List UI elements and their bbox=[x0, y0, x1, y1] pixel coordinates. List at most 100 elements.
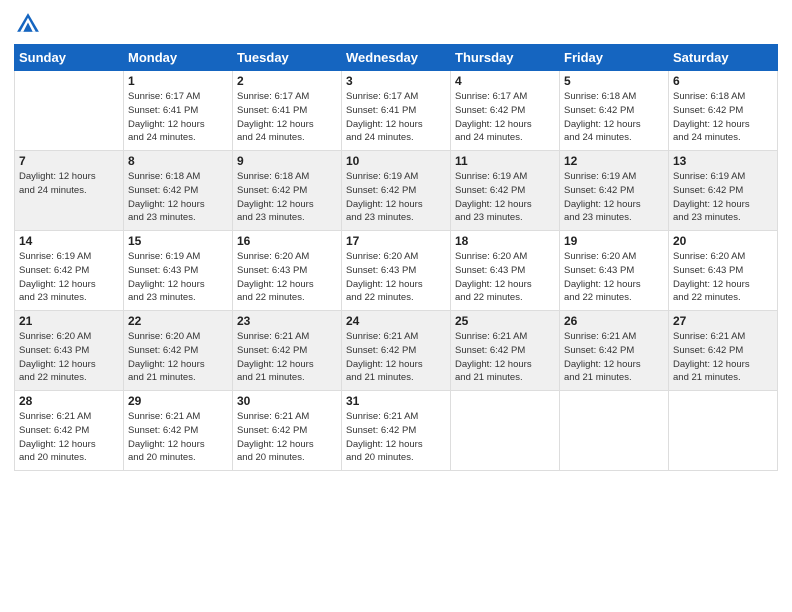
day-info: Sunrise: 6:19 AMSunset: 6:42 PMDaylight:… bbox=[346, 170, 446, 225]
calendar-cell bbox=[669, 391, 778, 471]
calendar-cell: 5 Sunrise: 6:18 AMSunset: 6:42 PMDaylight… bbox=[560, 71, 669, 151]
calendar-cell bbox=[451, 391, 560, 471]
header-cell-monday: Monday bbox=[124, 45, 233, 71]
week-row-5: 28Sunrise: 6:21 AMSunset: 6:42 PMDayligh… bbox=[15, 391, 778, 471]
day-info: Sunrise: 6:20 AMSunset: 6:43 PMDaylight:… bbox=[346, 250, 446, 305]
calendar-cell: 10 Sunrise: 6:19 AMSunset: 6:42 PMDayligh… bbox=[342, 151, 451, 231]
day-info: Sunrise: 6:21 AMSunset: 6:42 PMDaylight:… bbox=[237, 330, 337, 385]
day-info: Sunrise: 6:21 AMSunset: 6:42 PMDaylight:… bbox=[346, 330, 446, 385]
day-info: Sunrise: 6:19 AMSunset: 6:42 PMDaylight:… bbox=[19, 250, 119, 305]
day-number: 1 bbox=[128, 74, 228, 88]
day-number: 19 bbox=[564, 234, 664, 248]
calendar-cell: 18 Sunrise: 6:20 AMSunset: 6:43 PMDayligh… bbox=[451, 231, 560, 311]
day-number: 26 bbox=[564, 314, 664, 328]
day-info: Sunrise: 6:20 AMSunset: 6:43 PMDaylight:… bbox=[564, 250, 664, 305]
calendar-cell: 12Sunrise: 6:19 AMSunset: 6:42 PMDayligh… bbox=[560, 151, 669, 231]
header-cell-thursday: Thursday bbox=[451, 45, 560, 71]
calendar-cell: 26 Sunrise: 6:21 AMSunset: 6:42 PMDayligh… bbox=[560, 311, 669, 391]
day-number: 2 bbox=[237, 74, 337, 88]
day-number: 11 bbox=[455, 154, 555, 168]
calendar-cell: 6 Sunrise: 6:18 AMSunset: 6:42 PMDaylight… bbox=[669, 71, 778, 151]
day-number: 4 bbox=[455, 74, 555, 88]
header-cell-friday: Friday bbox=[560, 45, 669, 71]
week-row-3: 14 Sunrise: 6:19 AMSunset: 6:42 PMDayligh… bbox=[15, 231, 778, 311]
day-info: Sunrise: 6:18 AMSunset: 6:42 PMDaylight:… bbox=[237, 170, 337, 225]
day-number: 18 bbox=[455, 234, 555, 248]
day-info: Sunrise: 6:18 AMSunset: 6:42 PMDaylight:… bbox=[564, 90, 664, 145]
day-number: 17 bbox=[346, 234, 446, 248]
calendar-cell: 9 Sunrise: 6:18 AMSunset: 6:42 PMDaylight… bbox=[233, 151, 342, 231]
day-info: Sunrise: 6:21 AMSunset: 6:42 PMDaylight:… bbox=[673, 330, 773, 385]
day-number: 8 bbox=[128, 154, 228, 168]
calendar-cell bbox=[15, 71, 124, 151]
day-info: Sunrise: 6:18 AMSunset: 6:42 PMDaylight:… bbox=[673, 90, 773, 145]
calendar-cell: 17 Sunrise: 6:20 AMSunset: 6:43 PMDayligh… bbox=[342, 231, 451, 311]
day-number: 27 bbox=[673, 314, 773, 328]
day-number: 5 bbox=[564, 74, 664, 88]
calendar-cell: 1 Sunrise: 6:17 AMSunset: 6:41 PMDaylight… bbox=[124, 71, 233, 151]
day-number: 30 bbox=[237, 394, 337, 408]
header-row: SundayMondayTuesdayWednesdayThursdayFrid… bbox=[15, 45, 778, 71]
day-info: Sunrise: 6:19 AMSunset: 6:43 PMDaylight:… bbox=[128, 250, 228, 305]
calendar-cell: 22 Sunrise: 6:20 AMSunset: 6:42 PMDayligh… bbox=[124, 311, 233, 391]
day-number: 21 bbox=[19, 314, 119, 328]
calendar-cell: 20Sunrise: 6:20 AMSunset: 6:43 PMDayligh… bbox=[669, 231, 778, 311]
day-number: 13 bbox=[673, 154, 773, 168]
day-info: Sunrise: 6:17 AMSunset: 6:41 PMDaylight:… bbox=[128, 90, 228, 145]
day-info: Sunrise: 6:19 AMSunset: 6:42 PMDaylight:… bbox=[673, 170, 773, 225]
calendar-cell: 28Sunrise: 6:21 AMSunset: 6:42 PMDayligh… bbox=[15, 391, 124, 471]
calendar-cell bbox=[560, 391, 669, 471]
day-number: 31 bbox=[346, 394, 446, 408]
week-row-1: 1 Sunrise: 6:17 AMSunset: 6:41 PMDaylight… bbox=[15, 71, 778, 151]
calendar-cell: 13 Sunrise: 6:19 AMSunset: 6:42 PMDayligh… bbox=[669, 151, 778, 231]
day-number: 15 bbox=[128, 234, 228, 248]
calendar-cell: 14 Sunrise: 6:19 AMSunset: 6:42 PMDayligh… bbox=[15, 231, 124, 311]
day-info: Sunrise: 6:21 AMSunset: 6:42 PMDaylight:… bbox=[564, 330, 664, 385]
header-cell-sunday: Sunday bbox=[15, 45, 124, 71]
day-info: Sunrise: 6:21 AMSunset: 6:42 PMDaylight:… bbox=[237, 410, 337, 465]
day-number: 16 bbox=[237, 234, 337, 248]
calendar-cell: 11 Sunrise: 6:19 AMSunset: 6:42 PMDayligh… bbox=[451, 151, 560, 231]
day-info: Daylight: 12 hoursand 24 minutes. bbox=[19, 170, 119, 198]
day-info: Sunrise: 6:19 AMSunset: 6:42 PMDaylight:… bbox=[455, 170, 555, 225]
calendar-cell: 7Daylight: 12 hoursand 24 minutes. bbox=[15, 151, 124, 231]
calendar-cell: 19 Sunrise: 6:20 AMSunset: 6:43 PMDayligh… bbox=[560, 231, 669, 311]
day-number: 25 bbox=[455, 314, 555, 328]
day-number: 10 bbox=[346, 154, 446, 168]
calendar-cell: 31 Sunrise: 6:21 AMSunset: 6:42 PMDayligh… bbox=[342, 391, 451, 471]
calendar-cell: 23Sunrise: 6:21 AMSunset: 6:42 PMDayligh… bbox=[233, 311, 342, 391]
header-cell-saturday: Saturday bbox=[669, 45, 778, 71]
week-row-2: 7Daylight: 12 hoursand 24 minutes. 8 Sunri… bbox=[15, 151, 778, 231]
calendar-cell: 24 Sunrise: 6:21 AMSunset: 6:42 PMDayligh… bbox=[342, 311, 451, 391]
calendar-cell: 8 Sunrise: 6:18 AMSunset: 6:42 PMDaylight… bbox=[124, 151, 233, 231]
week-row-4: 21Sunrise: 6:20 AMSunset: 6:43 PMDayligh… bbox=[15, 311, 778, 391]
day-number: 14 bbox=[19, 234, 119, 248]
calendar-cell: 2Sunrise: 6:17 AMSunset: 6:41 PMDaylight… bbox=[233, 71, 342, 151]
day-info: Sunrise: 6:20 AMSunset: 6:43 PMDaylight:… bbox=[673, 250, 773, 305]
day-info: Sunrise: 6:17 AMSunset: 6:41 PMDaylight:… bbox=[346, 90, 446, 145]
logo bbox=[14, 10, 46, 38]
day-info: Sunrise: 6:21 AMSunset: 6:42 PMDaylight:… bbox=[346, 410, 446, 465]
header-cell-wednesday: Wednesday bbox=[342, 45, 451, 71]
calendar-cell: 3 Sunrise: 6:17 AMSunset: 6:41 PMDaylight… bbox=[342, 71, 451, 151]
day-info: Sunrise: 6:20 AMSunset: 6:43 PMDaylight:… bbox=[237, 250, 337, 305]
day-number: 6 bbox=[673, 74, 773, 88]
day-number: 24 bbox=[346, 314, 446, 328]
calendar-cell: 25 Sunrise: 6:21 AMSunset: 6:42 PMDayligh… bbox=[451, 311, 560, 391]
day-info: Sunrise: 6:21 AMSunset: 6:42 PMDaylight:… bbox=[128, 410, 228, 465]
day-info: Sunrise: 6:20 AMSunset: 6:42 PMDaylight:… bbox=[128, 330, 228, 385]
day-number: 22 bbox=[128, 314, 228, 328]
calendar-cell: 30 Sunrise: 6:21 AMSunset: 6:42 PMDayligh… bbox=[233, 391, 342, 471]
day-number: 29 bbox=[128, 394, 228, 408]
calendar-cell: 27 Sunrise: 6:21 AMSunset: 6:42 PMDayligh… bbox=[669, 311, 778, 391]
page: SundayMondayTuesdayWednesdayThursdayFrid… bbox=[0, 0, 792, 612]
calendar-cell: 21Sunrise: 6:20 AMSunset: 6:43 PMDayligh… bbox=[15, 311, 124, 391]
day-number: 3 bbox=[346, 74, 446, 88]
day-number: 9 bbox=[237, 154, 337, 168]
day-info: Sunrise: 6:21 AMSunset: 6:42 PMDaylight:… bbox=[455, 330, 555, 385]
logo-icon bbox=[14, 10, 42, 38]
header bbox=[14, 10, 778, 38]
day-info: Sunrise: 6:18 AMSunset: 6:42 PMDaylight:… bbox=[128, 170, 228, 225]
calendar-cell: 29 Sunrise: 6:21 AMSunset: 6:42 PMDayligh… bbox=[124, 391, 233, 471]
day-info: Sunrise: 6:20 AMSunset: 6:43 PMDaylight:… bbox=[455, 250, 555, 305]
